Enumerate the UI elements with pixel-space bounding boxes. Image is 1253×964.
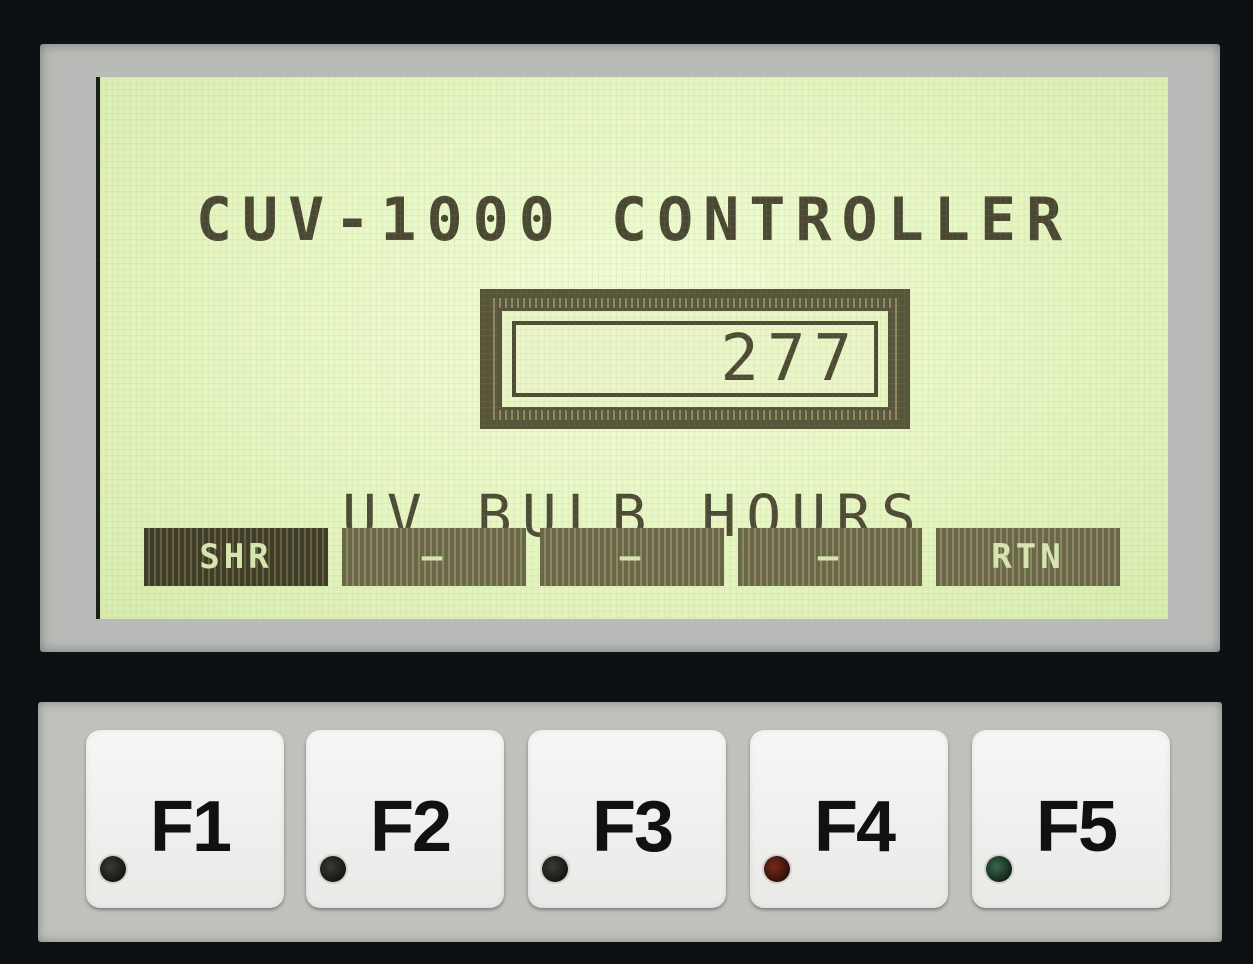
f4-button[interactable]: F4 <box>750 730 948 908</box>
softkey-4: — <box>738 528 922 586</box>
hour-counter-frame: 277 <box>480 289 910 429</box>
f3-button-label: F3 <box>592 787 674 867</box>
softkey-3: — <box>540 528 724 586</box>
f5-led-indicator <box>986 856 1012 882</box>
hour-counter-box: 277 <box>512 321 878 397</box>
f4-button-label: F4 <box>814 787 896 867</box>
f1-led-indicator <box>100 856 126 882</box>
f3-led-indicator <box>542 856 568 882</box>
f2-button[interactable]: F2 <box>306 730 504 908</box>
softkey-bar: SHR — — — RTN <box>144 528 1120 586</box>
f2-button-label: F2 <box>370 787 452 867</box>
f2-led-indicator <box>320 856 346 882</box>
softkey-1: SHR <box>144 528 328 586</box>
screen-title: CUV-1000 CONTROLLER <box>195 185 1073 255</box>
f1-button-label: F1 <box>150 787 232 867</box>
f4-led-indicator <box>764 856 790 882</box>
f3-button[interactable]: F3 <box>528 730 726 908</box>
f5-button-label: F5 <box>1036 787 1118 867</box>
softkey-5: RTN <box>936 528 1120 586</box>
hour-counter-value: 277 <box>720 322 860 396</box>
f1-button[interactable]: F1 <box>86 730 284 908</box>
f5-button[interactable]: F5 <box>972 730 1170 908</box>
softkey-2: — <box>342 528 526 586</box>
